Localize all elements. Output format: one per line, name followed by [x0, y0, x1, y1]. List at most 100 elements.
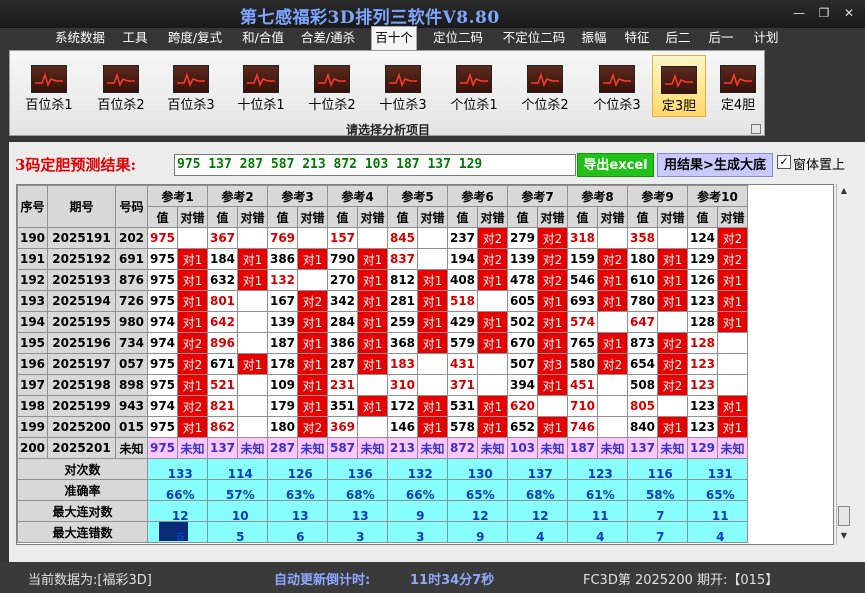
- ribbon-button-label: 百位杀2: [97, 98, 145, 113]
- col-header-number[interactable]: 号码: [115, 185, 148, 228]
- table-row-pending[interactable]: 200 2025201 未知 975 未知 137 未知 287 未知 587 未知 213 未知 872…: [17, 437, 748, 459]
- sub-header-check: 对错: [357, 206, 388, 228]
- col-header-ref[interactable]: 参考2: [207, 185, 268, 207]
- cell-value: 801: [207, 290, 238, 312]
- menu-item-5[interactable]: 合差/通杀: [298, 27, 358, 49]
- cell-check: 对1: [357, 248, 388, 270]
- table-row[interactable]: 197 2025198 898 975 对1 521 109 对1 231 310 371 394 对1…: [17, 374, 748, 396]
- cell-check: 对1: [237, 269, 268, 291]
- cell-number: 202: [115, 227, 148, 249]
- cell-check: 对1: [297, 353, 328, 375]
- col-header-ref[interactable]: 参考8: [567, 185, 628, 207]
- ribbon-expand-icon[interactable]: [751, 124, 761, 134]
- menu-item-9[interactable]: 振幅: [577, 27, 611, 49]
- stats-value: 4: [687, 521, 748, 543]
- col-header-period[interactable]: 期号: [47, 185, 116, 228]
- chart-icon: [173, 65, 209, 93]
- cell-value: 632: [207, 269, 238, 291]
- cell-number: 未知: [115, 437, 148, 459]
- sub-header-check: 对错: [297, 206, 328, 228]
- table-row[interactable]: 192 2025193 876 975 对1 632 对1 132 270 对1 812 对1 408 对…: [17, 269, 748, 291]
- cell-number: 057: [115, 353, 148, 375]
- stay-on-top-checkbox[interactable]: ✓: [777, 155, 791, 169]
- scroll-thumb[interactable]: [838, 506, 850, 526]
- menu-item-7[interactable]: 定位二码: [428, 27, 488, 49]
- ribbon-button-label: 定4胆: [720, 98, 756, 113]
- table-row[interactable]: 191 2025192 691 975 对1 184 对1 386 对1 790 对1 837 194 对…: [17, 248, 748, 270]
- minimize-button[interactable]: —: [790, 6, 808, 20]
- col-header-ref[interactable]: 参考3: [267, 185, 328, 207]
- col-header-ref[interactable]: 参考9: [627, 185, 688, 207]
- col-header-ref[interactable]: 参考6: [447, 185, 508, 207]
- maximize-button[interactable]: ❐: [815, 6, 833, 20]
- menu-item-10[interactable]: 特征: [620, 27, 654, 49]
- export-excel-button[interactable]: 导出excel: [577, 153, 654, 177]
- cell-check: 未知: [597, 437, 628, 459]
- col-header-seq[interactable]: 序号: [17, 185, 48, 228]
- ribbon-button-7[interactable]: 个位杀1: [443, 55, 505, 117]
- ribbon-button-3[interactable]: 百位杀3: [160, 55, 222, 117]
- cell-value: 605: [507, 290, 538, 312]
- cell-check: 对2: [597, 248, 628, 270]
- cell-check: 对1: [297, 332, 328, 354]
- result-table: 序号 期号 号码 参考1 参考2 参考3 参考4 参考5 参考6 参考7 参考8 参考9 参考10 值 对错…: [17, 185, 748, 543]
- cell-check: 对2: [717, 227, 748, 249]
- scroll-up-icon[interactable]: ▲: [838, 185, 850, 197]
- cell-period: 2025193: [47, 269, 116, 291]
- cell-period: 2025197: [47, 353, 116, 375]
- cell-check: 对1: [477, 332, 508, 354]
- vertical-scrollbar[interactable]: ▲ ▼: [836, 184, 851, 545]
- title-bar: 第七感福彩3D排列三软件V8.80 — ❐ ✕: [0, 0, 865, 28]
- ribbon-button-5[interactable]: 十位杀2: [301, 55, 363, 117]
- ribbon-button-label: 十位杀1: [237, 98, 285, 113]
- cell-check: 对1: [177, 311, 208, 333]
- table-row[interactable]: 193 2025194 726 975 对1 801 167 对2 342 对1 281 对1 518 6…: [17, 290, 748, 312]
- cell-value: 368: [387, 332, 418, 354]
- menu-item-6[interactable]: 百十个: [371, 26, 417, 50]
- col-header-ref[interactable]: 参考7: [507, 185, 568, 207]
- cell-value: 670: [507, 332, 538, 354]
- table-row[interactable]: 194 2025195 980 974 对1 642 139 对1 284 对1 259 对1 429 对…: [17, 311, 748, 333]
- main-panel: 3码定胆预测结果: 975 137 287 587 213 872 103 18…: [9, 142, 865, 562]
- generate-base-button[interactable]: 用结果>生成大底: [657, 153, 773, 177]
- ribbon-button-1[interactable]: 百位杀1: [18, 55, 80, 117]
- cell-check: [357, 416, 388, 438]
- col-header-ref[interactable]: 参考5: [387, 185, 448, 207]
- ribbon-button-4[interactable]: 十位杀1: [230, 55, 292, 117]
- menu-item-4[interactable]: 和/合值: [237, 27, 289, 49]
- col-header-ref[interactable]: 参考1: [147, 185, 208, 207]
- ribbon-button-8[interactable]: 个位杀2: [514, 55, 576, 117]
- col-header-ref[interactable]: 参考4: [327, 185, 388, 207]
- cell-value: 128: [687, 332, 718, 354]
- table-row[interactable]: 198 2025199 943 974 对2 821 179 对1 351 对1 172 对1 531 对…: [17, 395, 748, 417]
- table-row[interactable]: 199 2025200 015 975 对1 862 180 对2 369 146 对1 578 对1 6…: [17, 416, 748, 438]
- menu-item-8[interactable]: 不定位二码: [496, 27, 572, 49]
- ribbon-button-6[interactable]: 十位杀3: [372, 55, 434, 117]
- sub-header-value: 值: [627, 206, 658, 228]
- menu-item-12[interactable]: 后一: [707, 27, 735, 49]
- ribbon-button-9[interactable]: 个位杀3: [586, 55, 648, 117]
- col-header-ref[interactable]: 参考10: [687, 185, 748, 207]
- menu-item-3[interactable]: 跨度/复式: [162, 27, 228, 49]
- ribbon-button-2[interactable]: 百位杀2: [90, 55, 152, 117]
- ribbon-button-10[interactable]: 定3胆: [652, 55, 706, 117]
- stats-value: 68%: [327, 479, 388, 501]
- cell-value: 287: [327, 353, 358, 375]
- cell-value: 179: [267, 395, 298, 417]
- menu-item-11[interactable]: 后二: [664, 27, 692, 49]
- table-row[interactable]: 190 2025191 202 975 367 769 157 845 237 对2 279 对2 31…: [17, 227, 748, 249]
- sub-header-check: 对错: [417, 206, 448, 228]
- menu-item-13[interactable]: 计划: [752, 27, 780, 49]
- cell-value: 580: [567, 353, 598, 375]
- menu-item-2[interactable]: 工具: [118, 27, 152, 49]
- countdown-label: 自动更新倒计时:: [274, 573, 371, 588]
- cell-value: 129: [687, 248, 718, 270]
- table-row[interactable]: 196 2025197 057 975 对2 671 对1 178 对1 287 对1 183 431 5…: [17, 353, 748, 375]
- table-row[interactable]: 195 2025196 734 974 对2 896 187 对1 386 对1 368 对1 579 对…: [17, 332, 748, 354]
- cell-check: [357, 227, 388, 249]
- prediction-field[interactable]: 975 137 287 587 213 872 103 187 137 129: [174, 154, 576, 176]
- menu-item-1[interactable]: 系统数据: [50, 27, 110, 49]
- ribbon-button-11[interactable]: 定4胆: [714, 55, 762, 117]
- scroll-down-icon[interactable]: ▼: [838, 530, 850, 542]
- close-button[interactable]: ✕: [840, 6, 858, 20]
